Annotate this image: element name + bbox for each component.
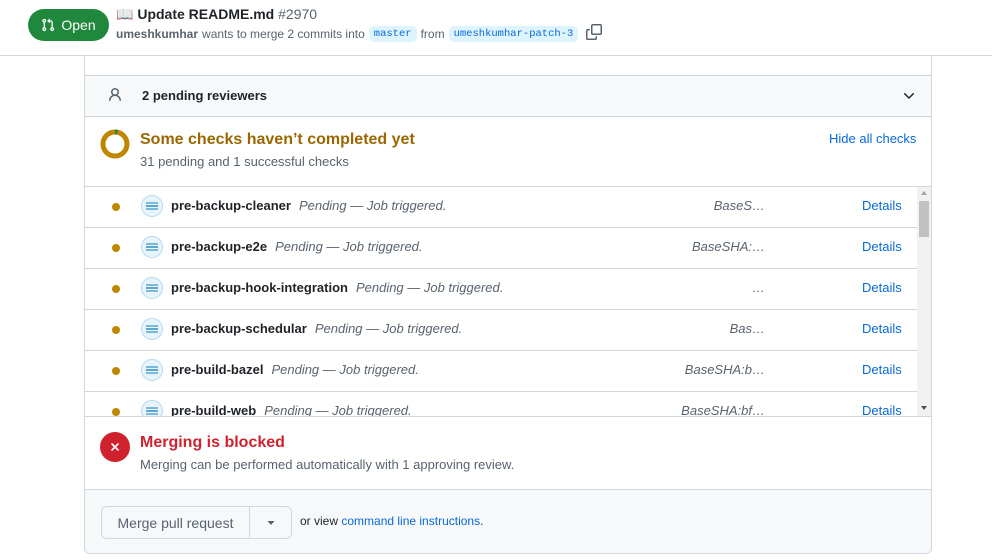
- merge-pull-request-button[interactable]: Merge pull request: [102, 507, 250, 538]
- check-sha: BaseS…: [713, 198, 765, 213]
- pr-merge-info: umeshkumhar wants to merge 2 commits int…: [116, 24, 603, 42]
- scroll-down-arrow[interactable]: [921, 406, 927, 410]
- checks-title: Some checks haven’t completed yet: [140, 131, 415, 148]
- check-name-text: pre-build-bazel: [171, 362, 264, 377]
- hide-all-checks-link[interactable]: Hide all checks: [829, 131, 916, 146]
- check-details-link[interactable]: Details: [862, 239, 902, 254]
- check-row: pre-build-web Pending — Job triggered. Bas…: [85, 392, 917, 417]
- check-details-link[interactable]: Details: [862, 362, 902, 377]
- pr-state-badge: Open: [28, 9, 109, 41]
- check-details-link[interactable]: Details: [862, 403, 902, 416]
- pending-dot-icon: [112, 285, 120, 293]
- merge-actions: Merge pull request or view command line …: [85, 490, 931, 553]
- ci-bot-avatar-icon: [141, 195, 163, 217]
- check-name-text: pre-backup-cleaner: [171, 198, 291, 213]
- pr-state-label: Open: [61, 17, 96, 33]
- cli-period: .: [480, 514, 484, 528]
- check-name: pre-backup-e2e Pending — Job triggered.: [171, 239, 423, 254]
- git-pull-request-icon: [42, 18, 55, 32]
- check-name-text: pre-backup-schedular: [171, 321, 307, 336]
- checks-summary: Some checks haven’t completed yet 31 pen…: [85, 117, 931, 187]
- check-name: pre-build-web Pending — Job triggered.: [171, 403, 412, 417]
- check-name-text: pre-backup-e2e: [171, 239, 268, 254]
- pr-title: 📖 Update README.md #2970: [116, 6, 317, 23]
- check-name: pre-backup-cleaner Pending — Job triggere…: [171, 198, 446, 213]
- check-row: pre-build-bazel Pending — Job triggered. B…: [85, 351, 917, 392]
- check-sha: BaseSHA:b…: [684, 362, 765, 377]
- merge-blocked-subtitle: Merging can be performed automatically w…: [140, 457, 515, 472]
- check-row: pre-backup-cleaner Pending — Job triggere…: [85, 187, 917, 228]
- x-circle-icon: [100, 432, 130, 462]
- check-sha: BaseSHA:bf…: [681, 403, 765, 417]
- merge-text: wants to merge 2 commits into: [202, 27, 365, 41]
- check-sha: Bas…: [729, 321, 765, 336]
- scroll-thumb[interactable]: [919, 201, 929, 237]
- check-details-link[interactable]: Details: [862, 280, 902, 295]
- merge-options-dropdown[interactable]: [250, 507, 291, 538]
- chevron-down-icon[interactable]: [901, 88, 917, 104]
- pr-author[interactable]: umeshkumhar: [116, 27, 198, 41]
- pending-dot-icon: [112, 367, 120, 375]
- pr-number: #2970: [278, 6, 318, 22]
- pr-title-text: Update README.md: [137, 6, 275, 22]
- book-icon: 📖: [116, 6, 134, 22]
- pr-header: Open 📖 Update README.md #2970 umeshkumha…: [0, 0, 992, 56]
- check-status: Pending — Job triggered.: [355, 280, 504, 295]
- pending-reviewers-row[interactable]: 2 pending reviewers: [85, 76, 931, 117]
- merge-panel: 2 pending reviewers Some checks haven’t …: [84, 40, 932, 554]
- check-row: pre-backup-hook-integration Pending — Job…: [85, 269, 917, 310]
- check-details-link[interactable]: Details: [862, 321, 902, 336]
- ci-bot-avatar-icon: [141, 400, 163, 416]
- check-name: pre-build-bazel Pending — Job triggered.: [171, 362, 419, 377]
- from-text: from: [420, 27, 445, 41]
- ci-bot-avatar-icon: [141, 359, 163, 381]
- pending-donut-icon: [100, 129, 130, 159]
- checks-subtitle: 31 pending and 1 successful checks: [140, 154, 349, 169]
- check-name: pre-backup-schedular Pending — Job trigge…: [171, 321, 462, 336]
- checks-scrollbar[interactable]: [917, 187, 931, 416]
- ci-bot-avatar-icon: [141, 236, 163, 258]
- triangle-down-icon: [267, 520, 274, 525]
- check-status: Pending — Job triggered.: [264, 403, 412, 417]
- command-line-instructions-link[interactable]: command line instructions: [341, 514, 480, 528]
- merge-button-group: Merge pull request: [101, 506, 292, 539]
- check-name: pre-backup-hook-integration Pending — Job…: [171, 280, 503, 295]
- check-sha: BaseSHA:…: [692, 239, 765, 254]
- checks-list: pre-backup-cleaner Pending — Job triggere…: [85, 187, 931, 417]
- pending-dot-icon: [112, 244, 120, 252]
- copy-icon[interactable]: [586, 24, 603, 40]
- pending-reviewers-label: 2 pending reviewers: [142, 88, 267, 103]
- pending-dot-icon: [112, 203, 120, 211]
- pending-dot-icon: [112, 326, 120, 334]
- pending-dot-icon: [112, 408, 120, 416]
- ci-bot-avatar-icon: [141, 318, 163, 340]
- scroll-up-arrow[interactable]: [921, 191, 927, 195]
- check-row: pre-backup-schedular Pending — Job trigge…: [85, 310, 917, 351]
- merge-blocked-title: Merging is blocked: [140, 434, 285, 451]
- check-sha: …: [752, 280, 765, 295]
- or-view-text: or view: [300, 514, 339, 528]
- cli-hint: or view command line instructions.: [300, 514, 483, 528]
- base-branch[interactable]: master: [368, 26, 417, 42]
- head-branch[interactable]: umeshkumhar-patch-3: [448, 26, 579, 42]
- check-details-link[interactable]: Details: [862, 198, 902, 213]
- ci-bot-avatar-icon: [141, 277, 163, 299]
- check-name-text: pre-build-web: [171, 403, 257, 417]
- check-status: Pending — Job triggered.: [314, 321, 463, 336]
- check-status: Pending — Job triggered.: [275, 239, 423, 254]
- check-status: Pending — Job triggered.: [298, 198, 447, 213]
- check-name-text: pre-backup-hook-integration: [171, 280, 348, 295]
- merge-blocked-section: Merging is blocked Merging can be perfor…: [85, 417, 931, 490]
- person-icon: [109, 88, 121, 102]
- check-status: Pending — Job triggered.: [271, 362, 419, 377]
- check-row: pre-backup-e2e Pending — Job triggered. Ba…: [85, 228, 917, 269]
